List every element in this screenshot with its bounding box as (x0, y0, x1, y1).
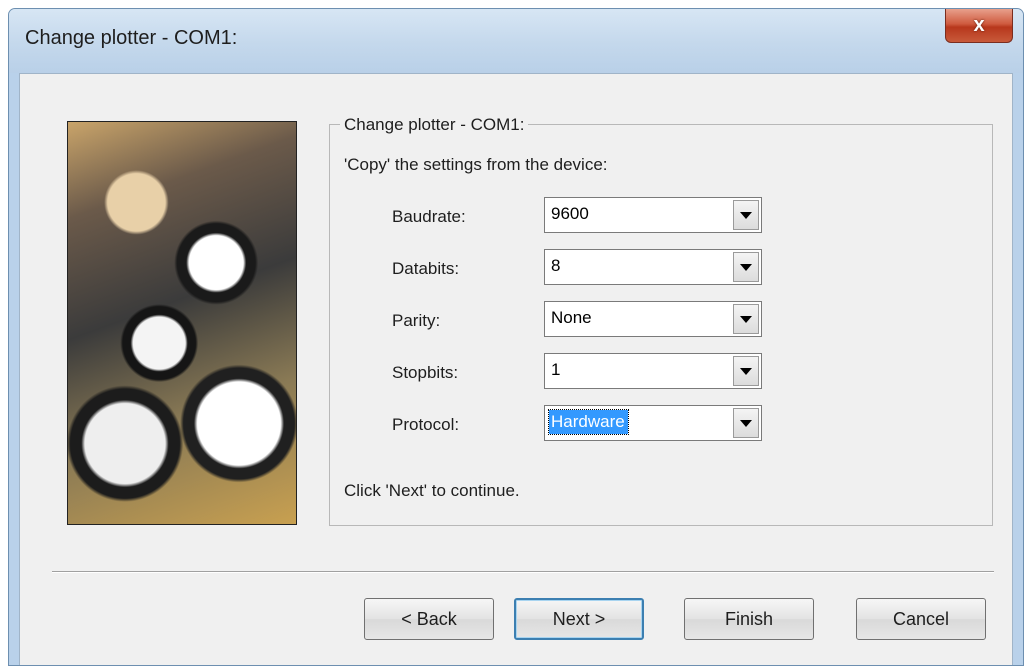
finish-button[interactable]: Finish (684, 598, 814, 640)
continue-hint: Click 'Next' to continue. (344, 481, 520, 500)
button-separator (52, 571, 994, 573)
dialog-client-area: Change plotter - COM1: 'Copy' the settin… (19, 73, 1013, 665)
baudrate-select[interactable]: 9600 (544, 197, 762, 233)
databits-select[interactable]: 8 (544, 249, 762, 285)
wizard-image (67, 121, 297, 525)
chevron-down-icon (740, 367, 752, 375)
baudrate-dropdown-button[interactable] (733, 200, 759, 230)
window-title: Change plotter - COM1: (25, 27, 238, 49)
chevron-down-icon (740, 263, 752, 271)
parity-select[interactable]: None (544, 301, 762, 337)
close-icon: x (973, 14, 985, 36)
stopbits-dropdown-button[interactable] (733, 356, 759, 386)
stopbits-select[interactable]: 1 (544, 353, 762, 389)
baudrate-value: 9600 (551, 204, 589, 223)
stopbits-value: 1 (551, 360, 561, 379)
chevron-down-icon (740, 419, 752, 427)
parity-label: Parity: (392, 311, 441, 330)
databits-value: 8 (551, 256, 561, 275)
chevron-down-icon (740, 211, 752, 219)
groupbox-title: Change plotter - COM1: (340, 115, 529, 135)
protocol-value: Hardware (548, 409, 629, 435)
next-button[interactable]: Next > (514, 598, 644, 640)
baudrate-label: Baudrate: (392, 207, 466, 226)
dialog-window: Change plotter - COM1: x Change plotter … (8, 8, 1024, 666)
protocol-select[interactable]: Hardware (544, 405, 762, 441)
back-button[interactable]: < Back (364, 598, 494, 640)
parity-dropdown-button[interactable] (733, 304, 759, 334)
settings-groupbox: Change plotter - COM1: 'Copy' the settin… (329, 115, 993, 526)
copy-settings-label: 'Copy' the settings from the device: (344, 155, 608, 174)
databits-label: Databits: (392, 259, 460, 278)
title-bar[interactable]: Change plotter - COM1: x (9, 9, 1023, 73)
parity-value: None (551, 308, 592, 327)
databits-dropdown-button[interactable] (733, 252, 759, 282)
protocol-label: Protocol: (392, 415, 460, 434)
protocol-dropdown-button[interactable] (733, 408, 759, 438)
stopbits-label: Stopbits: (392, 363, 459, 382)
cancel-button[interactable]: Cancel (856, 598, 986, 640)
close-button[interactable]: x (945, 9, 1013, 43)
chevron-down-icon (740, 315, 752, 323)
